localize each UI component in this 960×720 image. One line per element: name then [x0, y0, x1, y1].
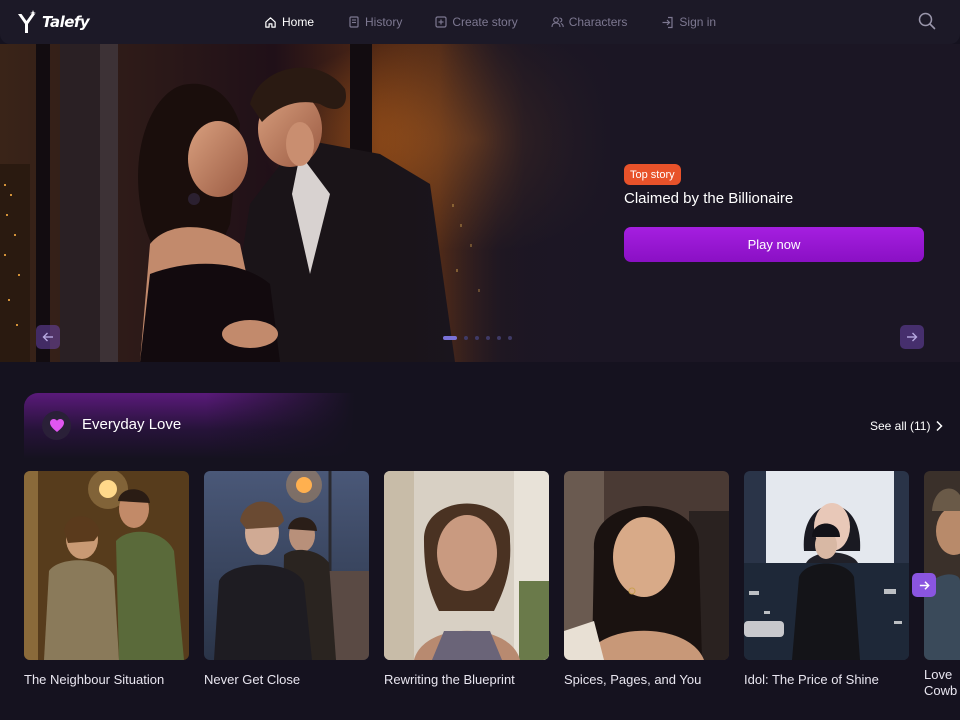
play-now-button[interactable]: Play now — [624, 227, 924, 262]
sign-in-icon — [662, 16, 674, 28]
story-title: Rewriting the Blueprint — [384, 672, 515, 687]
story-card[interactable]: Never Get Close — [204, 471, 369, 687]
carousel-pagination — [443, 335, 512, 341]
carousel-dot[interactable] — [486, 336, 490, 340]
brand-name: Talefy — [42, 13, 90, 31]
hero-prev-button[interactable] — [36, 325, 60, 349]
arrow-left-icon — [42, 332, 53, 342]
users-icon — [551, 17, 564, 28]
nav-item-history[interactable]: History — [348, 0, 402, 44]
brand-logo[interactable]: Talefy — [16, 8, 90, 36]
section-icon-badge — [42, 411, 71, 440]
search-button[interactable] — [917, 11, 937, 31]
heart-icon — [49, 419, 64, 432]
nav-item-create-story[interactable]: Create story — [435, 0, 518, 44]
home-icon — [265, 16, 276, 28]
story-card[interactable]: Rewriting the Blueprint — [384, 471, 549, 687]
see-all-label: See all (11) — [870, 419, 931, 433]
story-title: Never Get Close — [204, 672, 301, 687]
story-title: Love Cowb — [924, 667, 958, 698]
section-title: Everyday Love — [82, 416, 182, 433]
plus-square-icon — [435, 16, 447, 28]
cards-next-button[interactable] — [912, 573, 936, 597]
carousel-dot[interactable] — [475, 336, 479, 340]
story-card[interactable]: The Neighbour Situation — [24, 471, 189, 687]
nav-item-home[interactable]: Home — [264, 0, 314, 44]
nav-item-label: History — [365, 15, 403, 29]
logo-mark-icon — [18, 10, 36, 33]
nav-item-label: Sign in — [679, 15, 717, 29]
carousel-dot[interactable] — [497, 336, 501, 340]
hero-next-button[interactable] — [900, 325, 924, 349]
history-icon — [349, 16, 359, 28]
nav-item-sign-in[interactable]: Sign in — [661, 0, 716, 44]
nav-item-label: Create story — [452, 15, 518, 29]
see-all-link[interactable]: See all (11) — [870, 419, 944, 433]
carousel-dot[interactable] — [443, 336, 457, 340]
story-title: The Neighbour Situation — [24, 672, 165, 687]
carousel-dot[interactable] — [464, 336, 468, 340]
arrow-right-icon — [907, 332, 918, 342]
carousel-dot[interactable] — [508, 336, 512, 340]
hero-title: Claimed by the Billionaire — [624, 190, 794, 207]
top-story-badge: Top story — [624, 164, 681, 185]
section-header-background — [24, 393, 354, 459]
nav-item-label: Characters — [568, 15, 628, 29]
search-icon — [918, 12, 936, 30]
nav-item-characters[interactable]: Characters — [551, 0, 628, 44]
chevron-right-icon — [936, 420, 944, 432]
nav-item-label: Home — [282, 15, 315, 29]
arrow-right-icon — [919, 580, 930, 590]
story-cover-image — [204, 471, 369, 660]
story-cover-image — [384, 471, 549, 660]
story-title: Idol: The Price of Shine — [744, 672, 879, 687]
story-cover-image — [744, 471, 909, 660]
hero-fade-overlay — [380, 44, 620, 362]
top-navigation-bar: Talefy Home History Create story Charact… — [0, 0, 960, 44]
story-card[interactable]: Idol: The Price of Shine — [744, 471, 909, 687]
story-cover-image — [564, 471, 729, 660]
main-nav: Home History Create story Characters Sig… — [264, 0, 716, 44]
hero-banner: Top story Claimed by the Billionaire Pla… — [0, 44, 960, 362]
story-card[interactable]: Spices, Pages, and You — [564, 471, 729, 687]
story-cover-image — [924, 471, 960, 660]
story-cover-image — [24, 471, 189, 660]
story-title: Spices, Pages, and You — [564, 672, 702, 687]
